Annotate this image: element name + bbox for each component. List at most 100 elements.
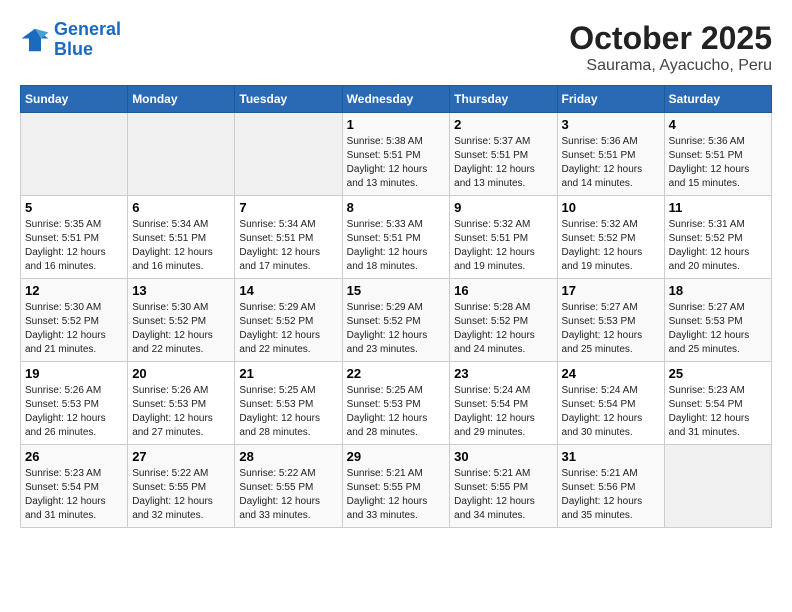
day-number: 25 xyxy=(669,366,767,381)
day-number: 15 xyxy=(347,283,446,298)
weekday-header: Wednesday xyxy=(342,86,450,113)
calendar-cell: 2 Sunrise: 5:37 AMSunset: 5:51 PMDaylight… xyxy=(450,113,557,196)
calendar-cell: 14Sunrise: 5:29 AMSunset: 5:52 PMDayligh… xyxy=(235,279,342,362)
day-info: Sunrise: 5:27 AMSunset: 5:53 PMDaylight:… xyxy=(669,301,767,357)
day-number: 2 xyxy=(454,117,552,132)
day-number: 13 xyxy=(132,283,230,298)
day-info: Sunrise: 5:25 AMSunset: 5:53 PMDaylight:… xyxy=(347,384,446,440)
day-info: Sunrise: 5:36 AMSunset: 5:51 PMDaylight:… xyxy=(669,135,767,191)
day-info: Sunrise: 5:36 AMSunset: 5:51 PMDaylight:… xyxy=(562,135,660,191)
calendar-cell: 19Sunrise: 5:26 AMSunset: 5:53 PMDayligh… xyxy=(21,362,128,445)
calendar-cell: 28 Sunrise: 5:22 AMSunset: 5:55 PMDayligh… xyxy=(235,445,342,528)
calendar-week-row: 12 Sunrise: 5:30 AMSunset: 5:52 PMDayligh… xyxy=(21,279,772,362)
day-number: 18 xyxy=(669,283,767,298)
day-info: Sunrise: 5:21 AMSunset: 5:56 PMDaylight:… xyxy=(562,467,660,523)
day-number: 24 xyxy=(562,366,660,381)
weekday-header: Sunday xyxy=(21,86,128,113)
calendar-week-row: 26 Sunrise: 5:23 AMSunset: 5:54 PMDayligh… xyxy=(21,445,772,528)
logo-line1: General xyxy=(54,19,121,39)
weekday-header: Monday xyxy=(128,86,235,113)
day-info: Sunrise: 5:26 AMSunset: 5:53 PMDaylight:… xyxy=(132,384,230,440)
day-number: 12 xyxy=(25,283,123,298)
calendar-week-row: 19Sunrise: 5:26 AMSunset: 5:53 PMDayligh… xyxy=(21,362,772,445)
day-info: Sunrise: 5:24 AMSunset: 5:54 PMDaylight:… xyxy=(454,384,552,440)
calendar-cell xyxy=(235,113,342,196)
day-number: 27 xyxy=(132,449,230,464)
calendar-cell: 25Sunrise: 5:23 AMSunset: 5:54 PMDayligh… xyxy=(664,362,771,445)
calendar-cell: 24 Sunrise: 5:24 AMSunset: 5:54 PMDayligh… xyxy=(557,362,664,445)
calendar-cell: 12Sunrise: 5:30 AMSunset: 5:52 PMDayligh… xyxy=(21,279,128,362)
weekday-header: Saturday xyxy=(664,86,771,113)
location: Saurama, Ayacucho, Peru xyxy=(569,57,772,75)
day-info: Sunrise: 5:32 AMSunset: 5:51 PMDaylight:… xyxy=(454,218,552,274)
page-header: General Blue October 2025 Saurama, Ayacu… xyxy=(20,20,772,75)
calendar-cell xyxy=(664,445,771,528)
day-number: 29 xyxy=(347,449,446,464)
day-info: Sunrise: 5:38 AMSunset: 5:51 PMDaylight:… xyxy=(347,135,446,191)
calendar-cell: 29 Sunrise: 5:21 AMSunset: 5:55 PMDayligh… xyxy=(342,445,450,528)
day-info: Sunrise: 5:21 AMSunset: 5:55 PMDaylight:… xyxy=(347,467,446,523)
day-info: Sunrise: 5:25 AMSunset: 5:53 PMDaylight:… xyxy=(239,384,337,440)
day-number: 3 xyxy=(562,117,660,132)
calendar-cell: 5 Sunrise: 5:35 AMSunset: 5:51 PMDaylight… xyxy=(21,196,128,279)
weekday-header: Tuesday xyxy=(235,86,342,113)
calendar-cell: 22 Sunrise: 5:25 AMSunset: 5:53 PMDayligh… xyxy=(342,362,450,445)
calendar-cell: 15 Sunrise: 5:29 AMSunset: 5:52 PMDayligh… xyxy=(342,279,450,362)
day-info: Sunrise: 5:34 AMSunset: 5:51 PMDaylight:… xyxy=(239,218,337,274)
day-info: Sunrise: 5:35 AMSunset: 5:51 PMDaylight:… xyxy=(25,218,123,274)
calendar-cell: 30 Sunrise: 5:21 AMSunset: 5:55 PMDayligh… xyxy=(450,445,557,528)
day-number: 17 xyxy=(562,283,660,298)
day-info: Sunrise: 5:26 AMSunset: 5:53 PMDaylight:… xyxy=(25,384,123,440)
month-title: October 2025 xyxy=(569,20,772,57)
calendar-cell: 6Sunrise: 5:34 AMSunset: 5:51 PMDaylight… xyxy=(128,196,235,279)
calendar-cell: 8Sunrise: 5:33 AMSunset: 5:51 PMDaylight… xyxy=(342,196,450,279)
day-number: 20 xyxy=(132,366,230,381)
weekday-header: Friday xyxy=(557,86,664,113)
calendar-week-row: 5 Sunrise: 5:35 AMSunset: 5:51 PMDaylight… xyxy=(21,196,772,279)
day-number: 21 xyxy=(239,366,337,381)
weekday-header: Thursday xyxy=(450,86,557,113)
day-info: Sunrise: 5:29 AMSunset: 5:52 PMDaylight:… xyxy=(347,301,446,357)
day-number: 11 xyxy=(669,200,767,215)
day-number: 10 xyxy=(562,200,660,215)
calendar-cell: 3 Sunrise: 5:36 AMSunset: 5:51 PMDaylight… xyxy=(557,113,664,196)
day-info: Sunrise: 5:29 AMSunset: 5:52 PMDaylight:… xyxy=(239,301,337,357)
day-info: Sunrise: 5:31 AMSunset: 5:52 PMDaylight:… xyxy=(669,218,767,274)
calendar-cell: 1 Sunrise: 5:38 AMSunset: 5:51 PMDaylight… xyxy=(342,113,450,196)
day-info: Sunrise: 5:28 AMSunset: 5:52 PMDaylight:… xyxy=(454,301,552,357)
day-number: 1 xyxy=(347,117,446,132)
calendar-cell: 17Sunrise: 5:27 AMSunset: 5:53 PMDayligh… xyxy=(557,279,664,362)
day-number: 26 xyxy=(25,449,123,464)
day-number: 5 xyxy=(25,200,123,215)
day-number: 30 xyxy=(454,449,552,464)
day-number: 4 xyxy=(669,117,767,132)
logo-icon xyxy=(20,25,50,55)
calendar-cell: 16 Sunrise: 5:28 AMSunset: 5:52 PMDayligh… xyxy=(450,279,557,362)
calendar-cell: 7Sunrise: 5:34 AMSunset: 5:51 PMDaylight… xyxy=(235,196,342,279)
calendar-cell: 20 Sunrise: 5:26 AMSunset: 5:53 PMDayligh… xyxy=(128,362,235,445)
logo: General Blue xyxy=(20,20,121,60)
day-info: Sunrise: 5:32 AMSunset: 5:52 PMDaylight:… xyxy=(562,218,660,274)
day-info: Sunrise: 5:34 AMSunset: 5:51 PMDaylight:… xyxy=(132,218,230,274)
day-info: Sunrise: 5:37 AMSunset: 5:51 PMDaylight:… xyxy=(454,135,552,191)
calendar-cell: 23Sunrise: 5:24 AMSunset: 5:54 PMDayligh… xyxy=(450,362,557,445)
title-block: October 2025 Saurama, Ayacucho, Peru xyxy=(569,20,772,75)
calendar-body: 1 Sunrise: 5:38 AMSunset: 5:51 PMDaylight… xyxy=(21,113,772,528)
calendar-cell: 26 Sunrise: 5:23 AMSunset: 5:54 PMDayligh… xyxy=(21,445,128,528)
day-info: Sunrise: 5:23 AMSunset: 5:54 PMDaylight:… xyxy=(25,467,123,523)
calendar-cell: 9Sunrise: 5:32 AMSunset: 5:51 PMDaylight… xyxy=(450,196,557,279)
calendar-header-row: SundayMondayTuesdayWednesdayThursdayFrid… xyxy=(21,86,772,113)
calendar-cell: 18 Sunrise: 5:27 AMSunset: 5:53 PMDayligh… xyxy=(664,279,771,362)
day-number: 28 xyxy=(239,449,337,464)
calendar-cell: 27 Sunrise: 5:22 AMSunset: 5:55 PMDayligh… xyxy=(128,445,235,528)
day-info: Sunrise: 5:22 AMSunset: 5:55 PMDaylight:… xyxy=(132,467,230,523)
day-number: 8 xyxy=(347,200,446,215)
day-info: Sunrise: 5:22 AMSunset: 5:55 PMDaylight:… xyxy=(239,467,337,523)
day-info: Sunrise: 5:24 AMSunset: 5:54 PMDaylight:… xyxy=(562,384,660,440)
day-info: Sunrise: 5:21 AMSunset: 5:55 PMDaylight:… xyxy=(454,467,552,523)
calendar-table: SundayMondayTuesdayWednesdayThursdayFrid… xyxy=(20,85,772,528)
day-number: 22 xyxy=(347,366,446,381)
calendar-cell: 13 Sunrise: 5:30 AMSunset: 5:52 PMDayligh… xyxy=(128,279,235,362)
day-info: Sunrise: 5:30 AMSunset: 5:52 PMDaylight:… xyxy=(132,301,230,357)
day-number: 16 xyxy=(454,283,552,298)
